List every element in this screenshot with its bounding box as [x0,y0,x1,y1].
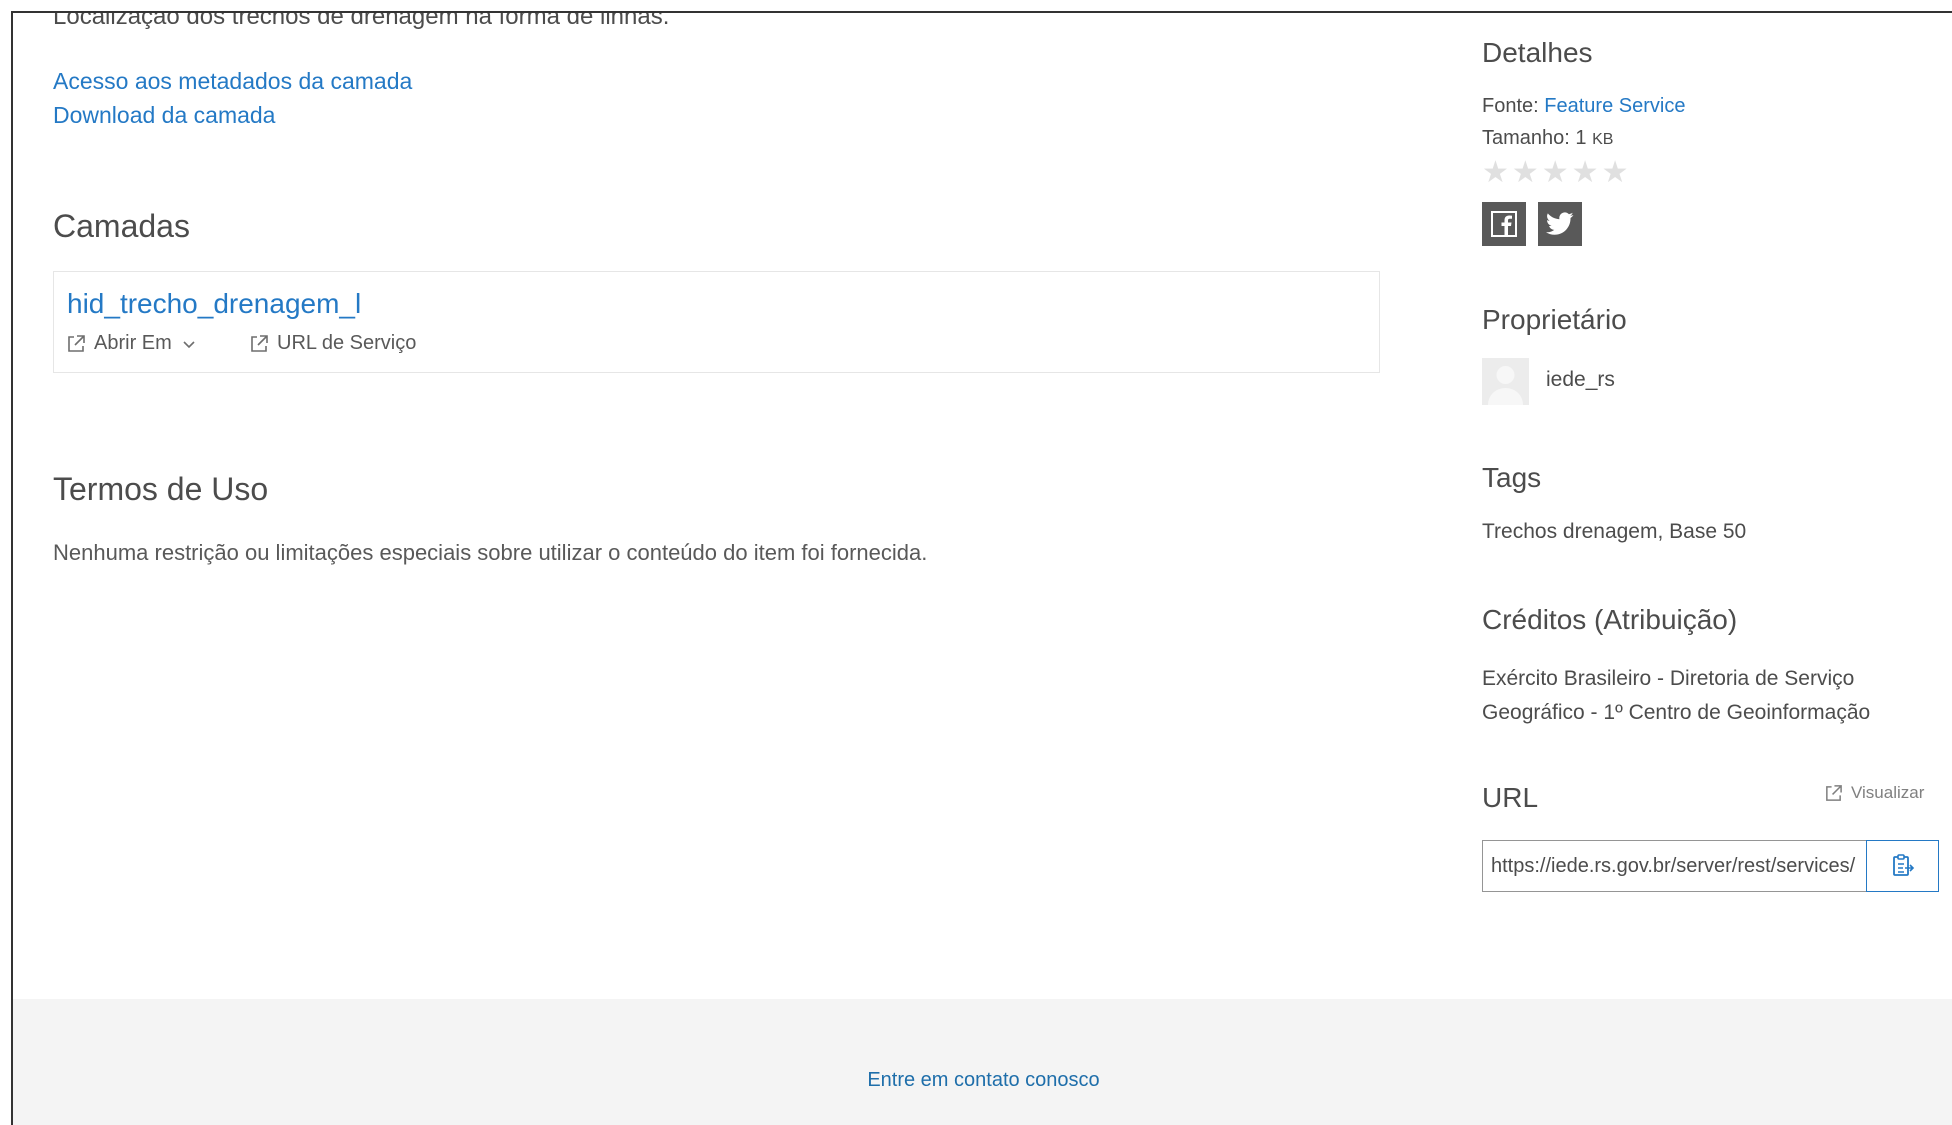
rating-stars[interactable]: ★★★★★ [1482,155,1631,190]
external-link-icon [251,334,268,352]
url-field[interactable] [1482,840,1866,892]
external-link-icon [1826,784,1842,801]
credits-title: Créditos (Atribuição) [1482,604,1738,635]
owner-title: Proprietário [1482,304,1627,335]
credits-text: Exército Brasileiro - Diretoria de Servi… [1482,662,1942,730]
open-in-label: Abrir Em [94,332,172,354]
layers-section-title: Camadas [53,208,190,244]
metadata-link[interactable]: Acesso aos metadados da camada [53,68,412,95]
contact-us-link[interactable]: Entre em contato conosco [13,1069,1952,1092]
facebook-icon [1491,211,1517,237]
twitter-icon [1546,212,1574,235]
terms-section-title: Termos de Uso [53,471,269,507]
credits-line-2: Geográfico - 1º Centro de Geoinformação [1482,701,1871,724]
source-row: Fonte: Feature Service [1482,95,1685,118]
service-url-label: URL de Serviço [277,332,417,354]
url-title: URL [1482,782,1539,813]
avatar[interactable] [1482,358,1529,405]
size-unit: KB [1592,131,1614,148]
service-url-link[interactable]: URL de Serviço [249,332,416,355]
item-description-cut: Localização dos trechos de drenagem na f… [53,11,670,30]
terms-text: Nenhuma restrição ou limitações especiai… [53,540,928,565]
tags-link[interactable]: Trechos drenagem, Base 50 [1482,520,1746,544]
source-label: Fonte: [1482,95,1539,117]
external-link-icon [68,334,85,352]
credits-line-1: Exército Brasileiro - Diretoria de Servi… [1482,667,1855,690]
layer-name-link[interactable]: hid_trecho_drenagem_l [67,288,361,320]
size-row: Tamanho: 1 KB [1482,127,1613,150]
view-url-label: Visualizar [1851,783,1925,802]
facebook-share-button[interactable] [1482,202,1526,246]
details-title: Detalhes [1482,37,1593,68]
clipboard-copy-icon [1892,854,1914,876]
chevron-down-icon [183,340,195,348]
copy-url-button[interactable] [1866,840,1939,892]
user-avatar-icon [1488,366,1523,405]
page-frame: Localização dos trechos de drenagem na f… [11,11,1952,1125]
tags-title: Tags [1482,462,1542,493]
size-label: Tamanho: [1482,127,1570,149]
view-url-link[interactable]: Visualizar [1824,783,1924,803]
size-value: 1 [1575,127,1587,149]
footer: Entre em contato conosco [13,999,1952,1125]
layer-card: hid_trecho_drenagem_l Abrir Em URL de Se… [53,271,1380,373]
download-layer-link[interactable]: Download da camada [53,102,275,129]
owner-name-link[interactable]: iede_rs [1546,368,1615,392]
source-value-link[interactable]: Feature Service [1544,95,1685,117]
open-in-menu[interactable]: Abrir Em [66,332,204,355]
twitter-share-button[interactable] [1538,202,1582,246]
